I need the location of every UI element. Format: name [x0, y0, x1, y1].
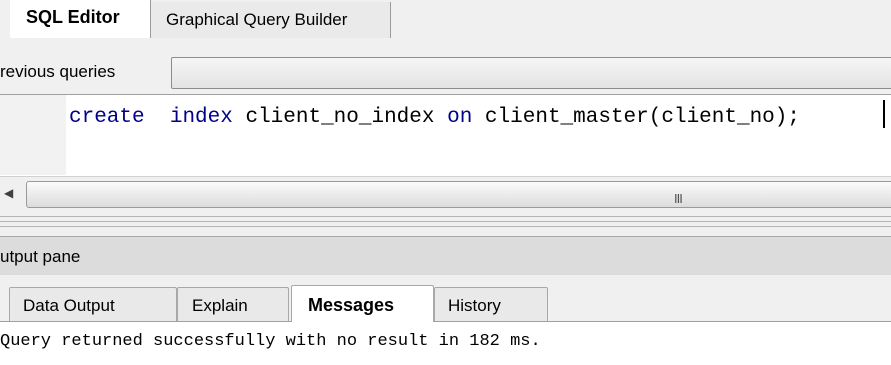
code-keyword-create: create	[69, 106, 145, 129]
tab-explain[interactable]: Explain	[177, 287, 289, 321]
tab-messages-label: Messages	[308, 295, 395, 315]
scroll-left-arrow-icon[interactable]: ◀	[4, 186, 18, 202]
scrollbar-grip-icon: III	[674, 191, 683, 206]
query-result-message: Query returned successfully with no resu…	[0, 332, 541, 351]
previous-queries-dropdown[interactable]	[171, 57, 891, 89]
tab-history[interactable]: History	[434, 287, 548, 321]
output-pane-header	[0, 236, 891, 276]
code-keyword-on: on	[447, 106, 473, 129]
pane-splitter[interactable]	[0, 212, 891, 236]
tab-data-output-label: Data Output	[23, 296, 115, 315]
splitter-line	[0, 221, 891, 222]
tab-sql-editor-label: SQL Editor	[26, 7, 120, 27]
sql-code-line[interactable]: create index client_no_index on client_m…	[69, 106, 800, 129]
text-caret	[883, 100, 885, 128]
tab-explain-label: Explain	[192, 296, 248, 315]
tab-history-label: History	[448, 296, 501, 315]
output-pane-title: utput pane	[0, 247, 81, 266]
splitter-line	[0, 226, 891, 227]
splitter-line	[0, 216, 891, 217]
tab-sql-editor[interactable]: SQL Editor	[10, 0, 151, 38]
code-identifier-index-name: client_no_index	[232, 106, 448, 129]
previous-queries-label: revious queries	[0, 62, 116, 81]
tab-graphical-query-builder[interactable]: Graphical Query Builder	[151, 2, 391, 38]
editor-gutter	[0, 95, 66, 175]
tab-graphical-query-builder-label: Graphical Query Builder	[166, 10, 348, 29]
code-keyword-index: index	[169, 106, 233, 129]
tab-data-output[interactable]: Data Output	[9, 287, 177, 321]
tab-messages[interactable]: Messages	[291, 285, 434, 322]
scrollbar-thumb[interactable]	[26, 181, 891, 208]
code-identifier-table: client_master(client_no);	[472, 106, 800, 129]
